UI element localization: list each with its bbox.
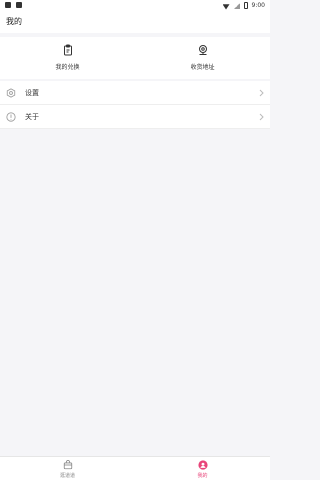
- status-bar: 9:00: [0, 0, 270, 11]
- chevron-right-icon: [259, 89, 264, 97]
- signal-icon: [233, 2, 240, 9]
- wifi-icon: [223, 3, 230, 9]
- tab-browse-label: 逛道道: [59, 473, 75, 479]
- chevron-right-icon: [259, 113, 264, 121]
- menu-item-settings[interactable]: 设置: [0, 81, 270, 105]
- page-header: 我的: [0, 11, 270, 33]
- bag-icon: [63, 460, 72, 470]
- app-notification-icon: [16, 2, 22, 8]
- status-system-icons: 9:00: [223, 2, 265, 9]
- gear-icon: [6, 87, 16, 98]
- tab-mine[interactable]: 我的: [135, 457, 270, 480]
- tab-mine-label: 我的: [197, 473, 208, 479]
- location-pin-icon: [198, 45, 207, 55]
- clipboard-icon: [63, 44, 72, 56]
- menu-item-about[interactable]: 关于: [0, 105, 270, 129]
- shortcut-panel: 我的兑换 收货地址: [0, 37, 270, 79]
- battery-icon: [243, 2, 248, 9]
- shortcut-my-redemptions[interactable]: 我的兑换: [0, 37, 135, 79]
- info-icon: [6, 111, 16, 122]
- shortcut-shipping-address[interactable]: 收货地址: [135, 37, 270, 79]
- shortcut-my-redemptions-label: 我的兑换: [55, 64, 80, 71]
- menu-item-about-label: 关于: [25, 112, 39, 121]
- image-notification-icon: [5, 2, 11, 8]
- menu-item-settings-label: 设置: [25, 88, 39, 97]
- status-notification-icons: [5, 2, 22, 8]
- settings-menu: 设置 关于: [0, 81, 270, 129]
- shortcut-shipping-address-label: 收货地址: [190, 64, 215, 71]
- bottom-tab-bar: 逛道道 我的: [0, 456, 270, 480]
- status-time: 9:00: [251, 2, 265, 9]
- page-title: 我的: [6, 17, 22, 26]
- tab-browse[interactable]: 逛道道: [0, 457, 135, 480]
- profile-icon: [197, 460, 208, 470]
